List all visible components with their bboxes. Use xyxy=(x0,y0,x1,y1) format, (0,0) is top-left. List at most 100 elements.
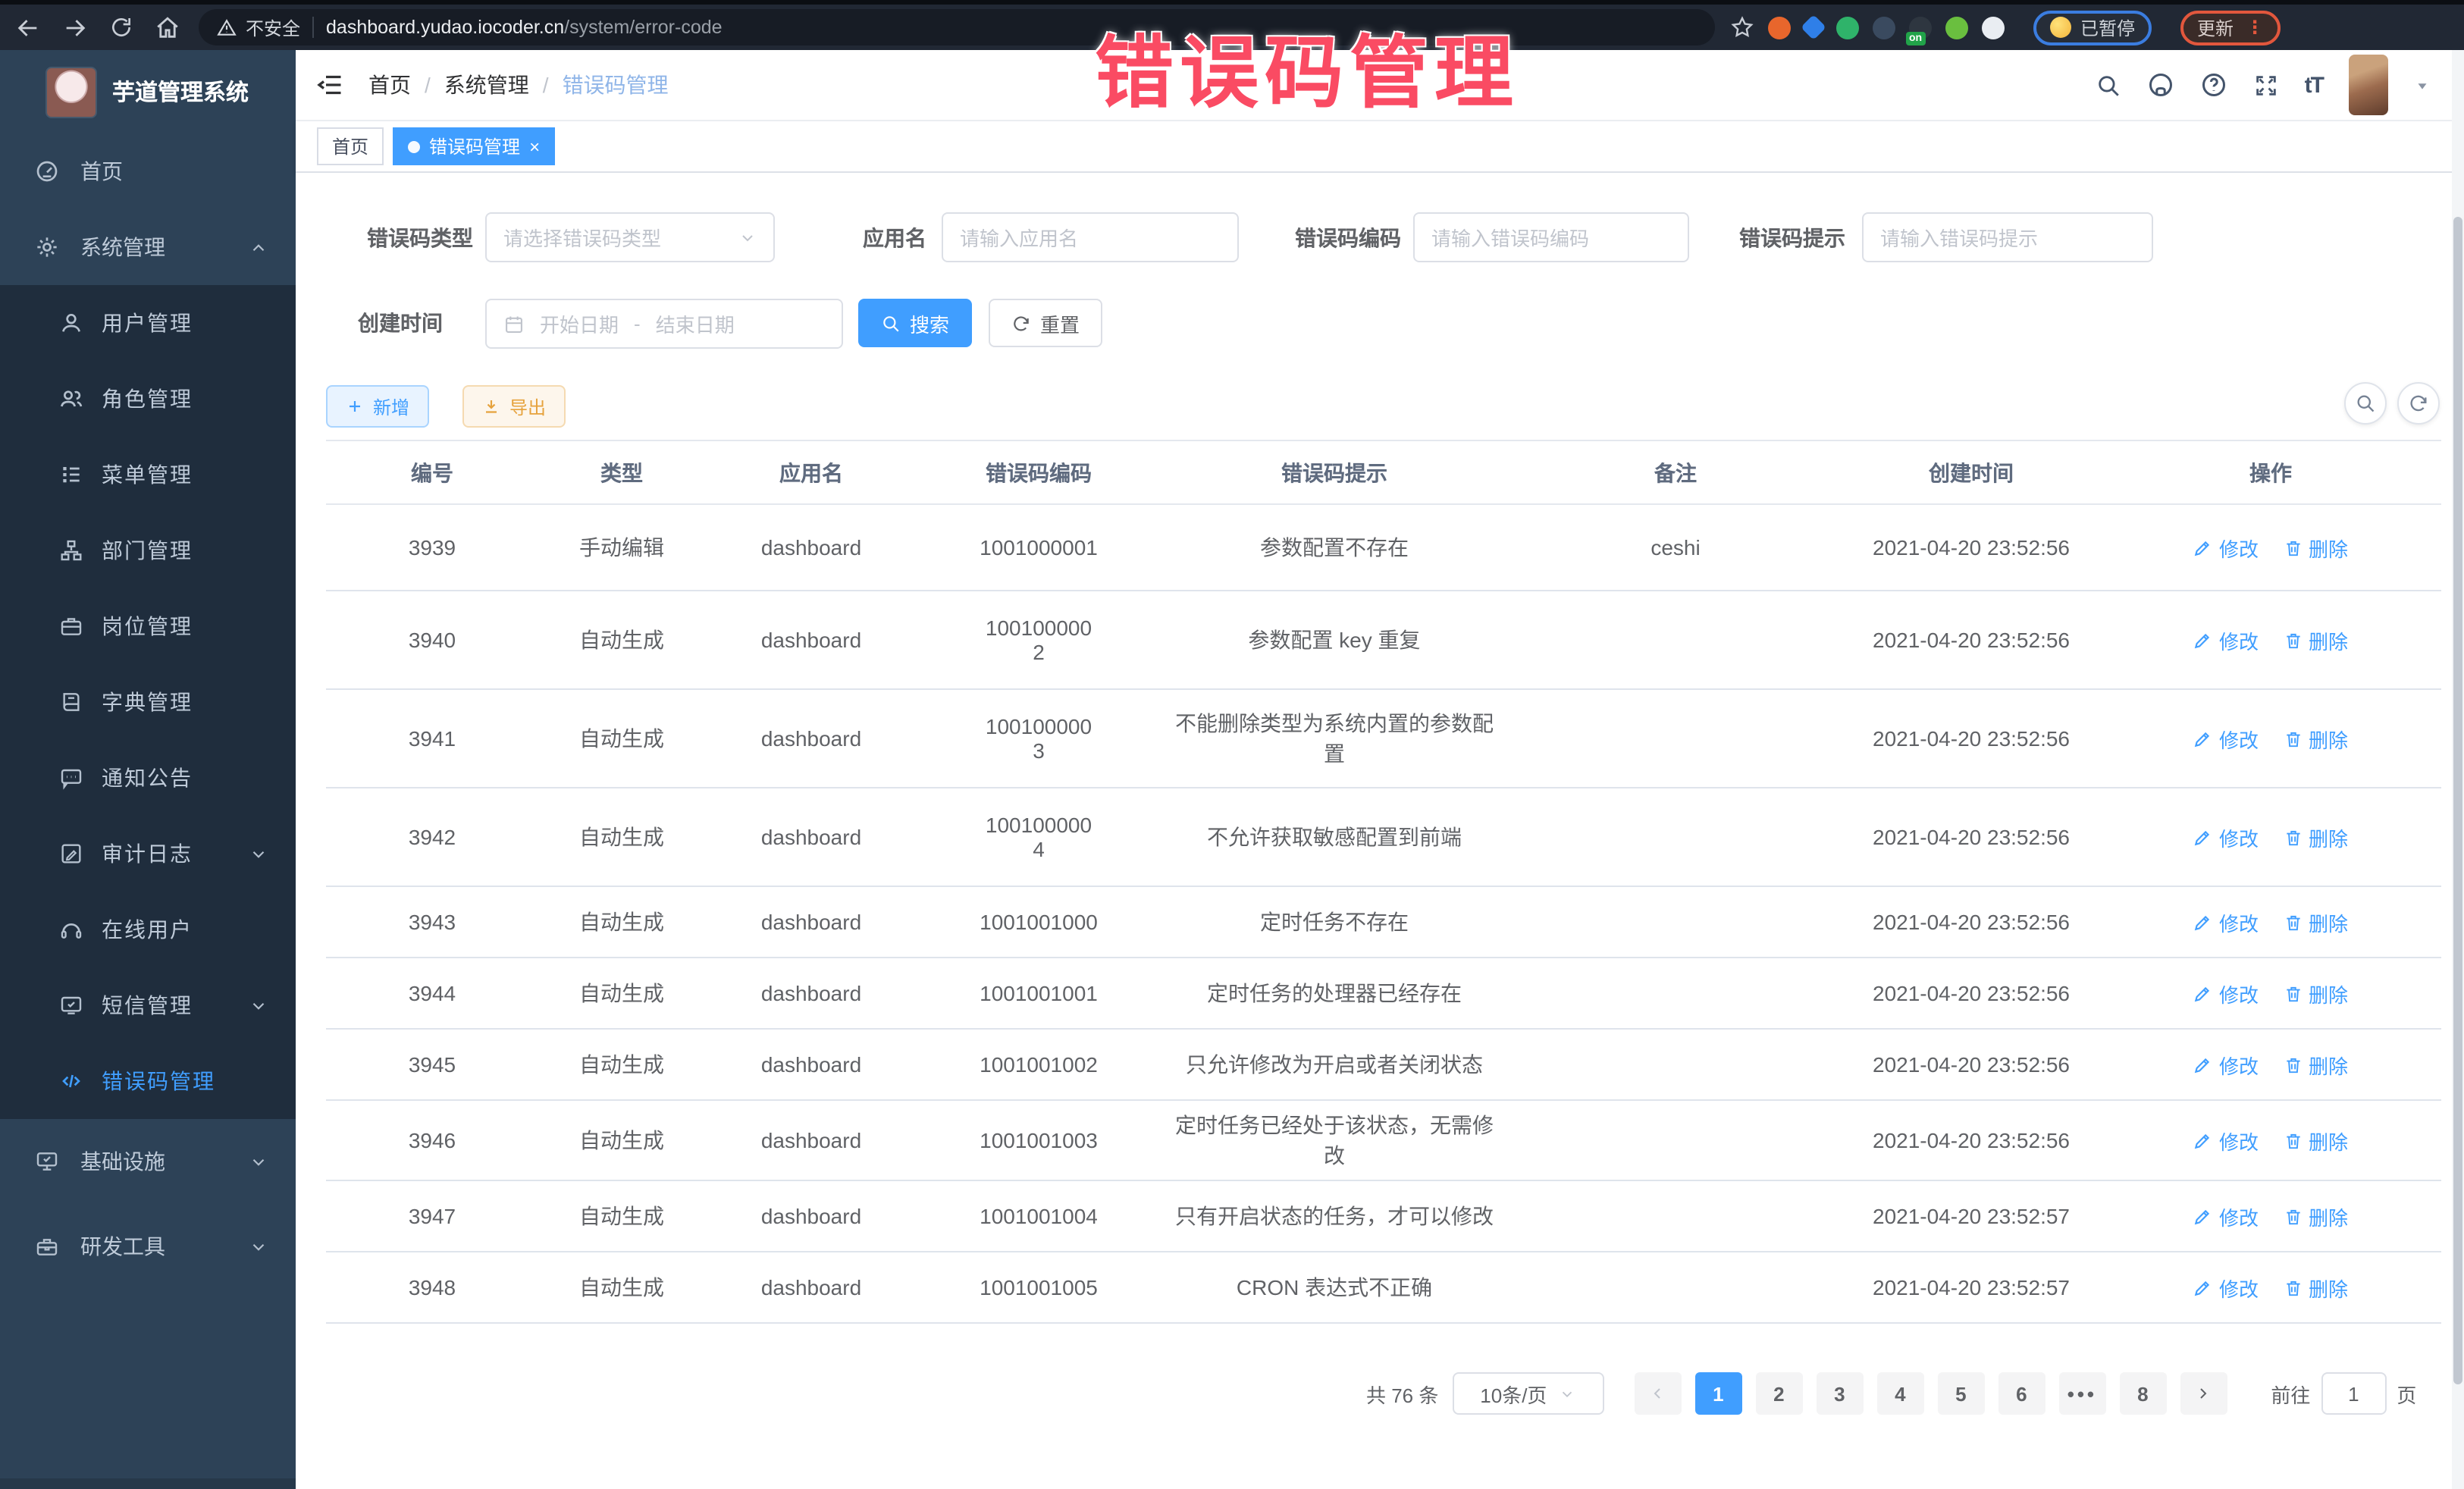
error-code-input[interactable]: 请输入错误码编码 xyxy=(1413,212,1689,262)
app-name-input[interactable]: 请输入应用名 xyxy=(942,212,1239,262)
close-icon[interactable]: × xyxy=(529,137,540,155)
column-header[interactable]: 备注 xyxy=(1509,440,1842,504)
github-icon[interactable] xyxy=(2147,71,2174,99)
delete-link[interactable]: 删除 xyxy=(2283,908,2348,936)
page-button-6[interactable]: 6 xyxy=(1998,1372,2045,1415)
sidebar-item-在线用户[interactable]: 在线用户 xyxy=(0,892,296,967)
table-row[interactable]: 3946 自动生成 dashboard 1001001003 定时任务已经处于该… xyxy=(326,1100,2441,1180)
help-icon[interactable] xyxy=(2200,71,2227,99)
sidebar-logo[interactable]: 芋道管理系统 xyxy=(0,50,296,133)
page-button-1[interactable]: 1 xyxy=(1694,1372,1741,1415)
delete-link[interactable]: 删除 xyxy=(2283,823,2348,851)
add-button[interactable]: 新增 xyxy=(326,385,429,428)
edit-link[interactable]: 修改 xyxy=(2193,1126,2259,1155)
sidebar-item-部门管理[interactable]: 部门管理 xyxy=(0,513,296,588)
sidebar-item-通知公告[interactable]: 通知公告 xyxy=(0,740,296,816)
refresh-table-button[interactable] xyxy=(2397,382,2440,425)
page-button-8[interactable]: 8 xyxy=(2119,1372,2166,1415)
profile-chip[interactable]: 已暂停 xyxy=(2033,10,2152,45)
column-header[interactable]: 操作 xyxy=(2100,440,2441,504)
green-circle-extension-icon[interactable] xyxy=(1836,16,1859,39)
security-status[interactable]: 不安全 xyxy=(217,14,300,40)
table-row[interactable]: 3948 自动生成 dashboard 1001001005 CRON 表达式不… xyxy=(326,1252,2441,1323)
table-row[interactable]: 3942 自动生成 dashboard 1001000004 不允许获取敏感配置… xyxy=(326,788,2441,886)
page-button-5[interactable]: 5 xyxy=(1937,1372,1984,1415)
column-header[interactable]: 编号 xyxy=(326,440,538,504)
edit-link[interactable]: 修改 xyxy=(2193,1050,2259,1079)
caret-down-icon[interactable] xyxy=(2414,77,2431,93)
orange-circle-extension-icon[interactable] xyxy=(1768,16,1791,39)
table-row[interactable]: 3947 自动生成 dashboard 1001001004 只有开启状态的任务… xyxy=(326,1180,2441,1252)
back-icon[interactable] xyxy=(15,14,41,40)
table-row[interactable]: 3945 自动生成 dashboard 1001001002 只允许修改为开启或… xyxy=(326,1029,2441,1100)
breadcrumb-item[interactable]: 首页 xyxy=(368,70,411,100)
avatar[interactable] xyxy=(2349,55,2388,115)
column-header[interactable]: 错误码提示 xyxy=(1160,440,1509,504)
table-row[interactable]: 3941 自动生成 dashboard 1001000003 不能删除类型为系统… xyxy=(326,689,2441,788)
blue-gem-extension-icon[interactable] xyxy=(1801,14,1826,40)
edit-link[interactable]: 修改 xyxy=(2193,1273,2259,1302)
show-search-toggle-button[interactable] xyxy=(2344,382,2387,425)
date-range-picker[interactable]: 开始日期 - 结束日期 xyxy=(485,299,843,349)
page-button-4[interactable]: 4 xyxy=(1876,1372,1923,1415)
breadcrumb-item[interactable]: 系统管理 xyxy=(444,70,529,100)
sidebar-item-用户管理[interactable]: 用户管理 xyxy=(0,285,296,361)
delete-link[interactable]: 删除 xyxy=(2283,625,2348,654)
page-button-2[interactable]: 2 xyxy=(1755,1372,1802,1415)
home-icon[interactable] xyxy=(155,14,180,40)
edit-link[interactable]: 修改 xyxy=(2193,724,2259,753)
edit-link[interactable]: 修改 xyxy=(2193,823,2259,851)
prev-page-button[interactable] xyxy=(1634,1372,1681,1415)
delete-link[interactable]: 删除 xyxy=(2283,1202,2348,1230)
edit-link[interactable]: 修改 xyxy=(2193,908,2259,936)
table-row[interactable]: 3940 自动生成 dashboard 1001000002 参数配置 key … xyxy=(326,591,2441,689)
export-button[interactable]: 导出 xyxy=(462,385,566,428)
reload-icon[interactable] xyxy=(109,15,133,39)
search-icon[interactable] xyxy=(2096,72,2121,98)
window-scrollbar-track[interactable] xyxy=(2452,50,2464,1489)
delete-link[interactable]: 删除 xyxy=(2283,1273,2348,1302)
font-size-icon[interactable]: tT xyxy=(2305,72,2323,98)
delete-link[interactable]: 删除 xyxy=(2283,1050,2348,1079)
sidebar-item-错误码管理[interactable]: 错误码管理 xyxy=(0,1043,296,1119)
delete-link[interactable]: 删除 xyxy=(2283,533,2348,562)
edit-link[interactable]: 修改 xyxy=(2193,1202,2259,1230)
window-scrollbar-thumb[interactable] xyxy=(2453,217,2462,1384)
table-row[interactable]: 3939 手动编辑 dashboard 1001000001 参数配置不存在 c… xyxy=(326,504,2441,591)
sidebar-item-研发工具[interactable]: 研发工具 xyxy=(0,1204,296,1289)
delete-link[interactable]: 删除 xyxy=(2283,724,2348,753)
sidebar-item-岗位管理[interactable]: 岗位管理 xyxy=(0,588,296,664)
dark-grid-extension-icon[interactable] xyxy=(1873,16,1895,39)
search-button[interactable]: 搜索 xyxy=(858,299,972,347)
error-type-select[interactable]: 请选择错误码类型 xyxy=(485,212,775,262)
next-page-button[interactable] xyxy=(2180,1372,2227,1415)
column-header[interactable]: 错误码编码 xyxy=(917,440,1160,504)
hamburger-fold-icon[interactable] xyxy=(317,71,344,99)
page-size-select[interactable]: 10条/页 xyxy=(1452,1372,1603,1415)
sidebar-item-短信管理[interactable]: 短信管理 xyxy=(0,967,296,1043)
fullscreen-icon[interactable] xyxy=(2253,72,2279,98)
sidebar-item-字典管理[interactable]: 字典管理 xyxy=(0,664,296,740)
reset-button[interactable]: 重置 xyxy=(989,299,1102,347)
goto-page-input[interactable] xyxy=(2321,1372,2386,1415)
sidebar-item-首页[interactable]: 首页 xyxy=(0,133,296,209)
white-pinwheel-extension-icon[interactable] xyxy=(1982,16,2005,39)
sidebar-item-审计日志[interactable]: 审计日志 xyxy=(0,816,296,892)
star-icon[interactable] xyxy=(1730,15,1754,39)
sidebar-item-基础设施[interactable]: 基础设施 xyxy=(0,1119,296,1204)
delete-link[interactable]: 删除 xyxy=(2283,1126,2348,1155)
green-key-extension-icon[interactable] xyxy=(1945,16,1968,39)
page-button-3[interactable]: 3 xyxy=(1816,1372,1863,1415)
delete-link[interactable]: 删除 xyxy=(2283,979,2348,1008)
forward-icon[interactable] xyxy=(62,14,88,40)
tab-tag-首页[interactable]: 首页 xyxy=(317,127,384,165)
sidebar-item-角色管理[interactable]: 角色管理 xyxy=(0,361,296,437)
kebab-menu-icon[interactable]: ⋮ xyxy=(2246,23,2264,32)
column-header[interactable]: 应用名 xyxy=(705,440,917,504)
edit-link[interactable]: 修改 xyxy=(2193,979,2259,1008)
edit-link[interactable]: 修改 xyxy=(2193,625,2259,654)
on-badge-extension-icon[interactable]: on xyxy=(1909,16,1932,39)
table-row[interactable]: 3943 自动生成 dashboard 1001001000 定时任务不存在 2… xyxy=(326,886,2441,958)
edit-link[interactable]: 修改 xyxy=(2193,533,2259,562)
breadcrumb-item[interactable]: 错误码管理 xyxy=(563,70,669,100)
